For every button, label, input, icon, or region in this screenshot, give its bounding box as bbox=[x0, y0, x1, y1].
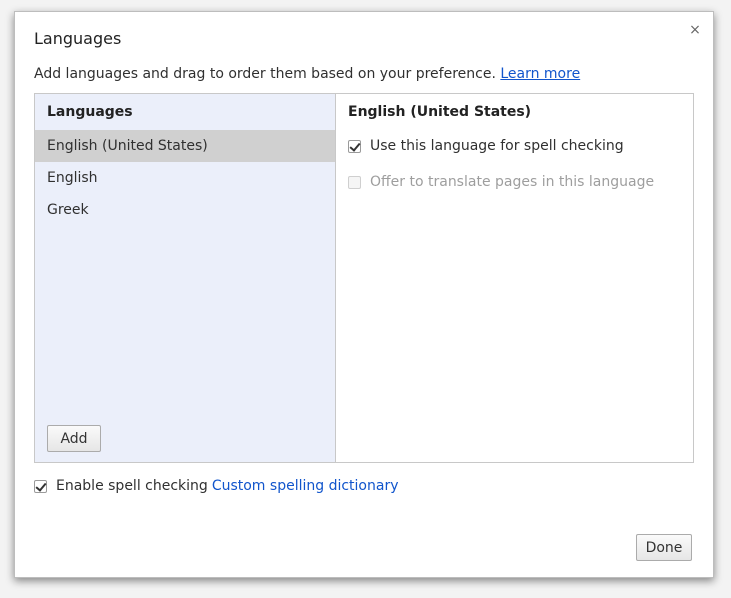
enable-spellcheck-checkbox[interactable] bbox=[34, 479, 47, 493]
language-item-english-us[interactable]: English (United States) bbox=[35, 130, 335, 162]
dialog-title: Languages bbox=[34, 29, 122, 48]
selected-language-title: English (United States) bbox=[348, 104, 532, 120]
done-button[interactable]: Done bbox=[636, 534, 692, 561]
language-detail-pane: English (United States) Use this languag… bbox=[336, 94, 693, 462]
learn-more-link[interactable]: Learn more bbox=[500, 66, 580, 82]
language-item-greek[interactable]: Greek bbox=[35, 194, 335, 226]
custom-dictionary-link[interactable]: Custom spelling dictionary bbox=[212, 478, 399, 494]
translate-checkbox bbox=[348, 175, 361, 189]
enable-spellcheck-label: Enable spell checking bbox=[56, 478, 208, 494]
language-list-header: Languages bbox=[47, 104, 133, 120]
language-panes: Languages English (United States) Englis… bbox=[34, 93, 694, 463]
enable-spellcheck-row[interactable]: Enable spell checking Custom spelling di… bbox=[34, 478, 398, 494]
spellcheck-language-option[interactable]: Use this language for spell checking bbox=[348, 130, 681, 162]
languages-dialog: Languages × Add languages and drag to or… bbox=[14, 11, 714, 578]
language-item-english[interactable]: English bbox=[35, 162, 335, 194]
translate-option: Offer to translate pages in this languag… bbox=[348, 166, 681, 198]
language-list-pane: Languages English (United States) Englis… bbox=[35, 94, 336, 462]
dialog-description: Add languages and drag to order them bas… bbox=[34, 66, 580, 82]
close-icon[interactable]: × bbox=[687, 22, 703, 38]
spellcheck-language-label: Use this language for spell checking bbox=[370, 138, 624, 154]
description-text: Add languages and drag to order them bas… bbox=[34, 66, 496, 82]
add-language-button[interactable]: Add bbox=[47, 425, 101, 452]
translate-label: Offer to translate pages in this languag… bbox=[370, 174, 655, 190]
spellcheck-language-checkbox[interactable] bbox=[348, 139, 361, 153]
